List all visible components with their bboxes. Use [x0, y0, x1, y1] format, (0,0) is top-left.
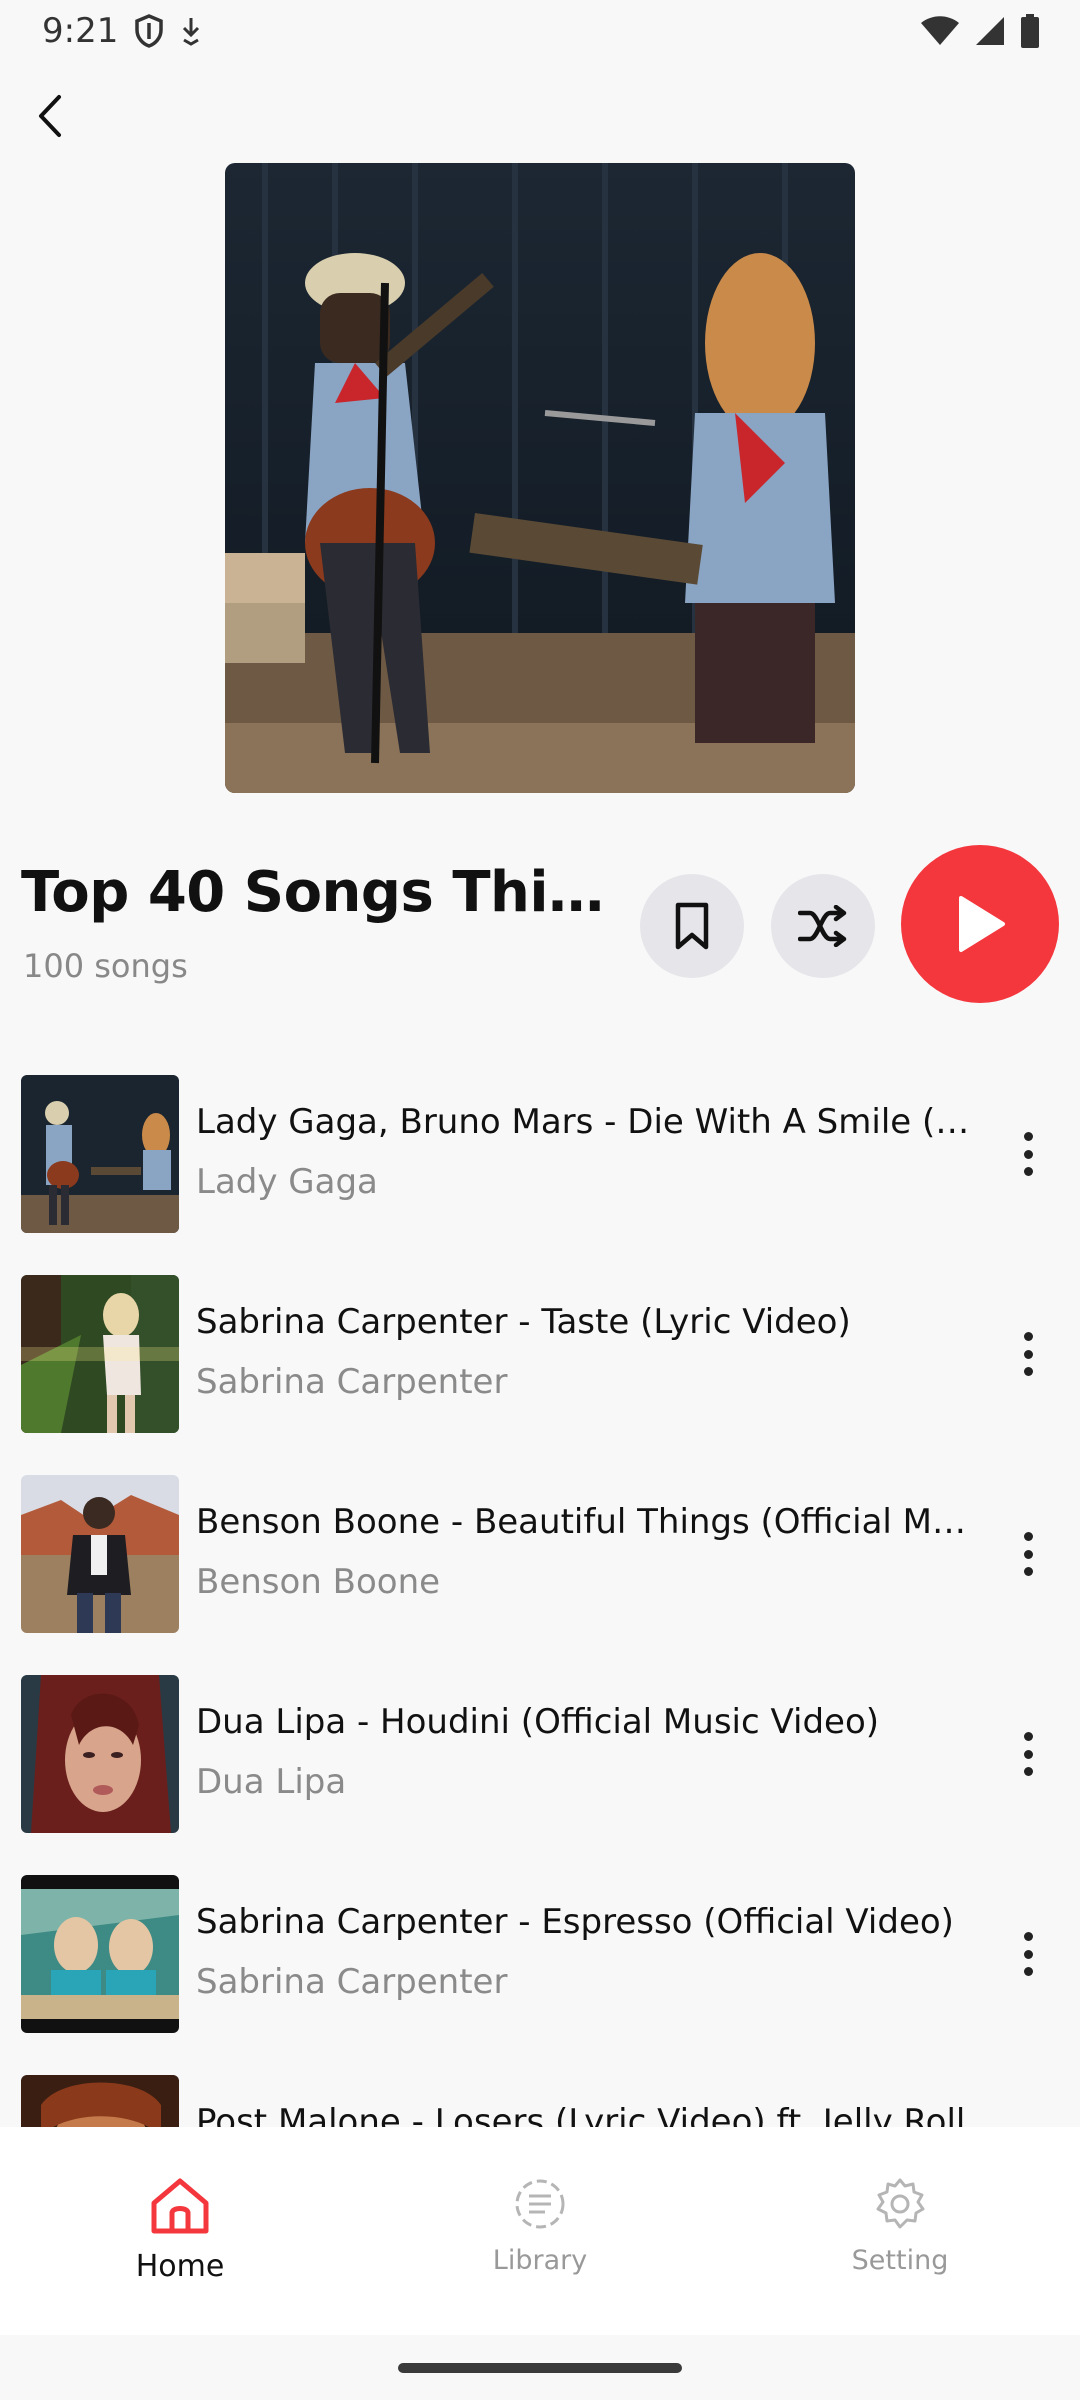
status-right — [920, 14, 1040, 48]
more-vert-icon — [1023, 1932, 1033, 1941]
song-row[interactable]: Post Malone - Losers (Lyric Video) ft. J… — [0, 2060, 1080, 2127]
more-vert-icon — [1023, 1332, 1033, 1341]
save-playlist-button[interactable] — [640, 874, 744, 978]
nav-setting[interactable]: Setting — [780, 2177, 1020, 2276]
status-bar: 9:21 — [0, 0, 1080, 62]
battery-icon — [1021, 14, 1039, 48]
song-title: Dua Lipa - Houdini (Official Music Video… — [196, 1702, 880, 1742]
song-thumbnail — [21, 1875, 179, 2033]
playlist-title: Top 40 Songs This W... — [21, 860, 621, 925]
nav-home[interactable]: Home — [60, 2177, 300, 2284]
back-button[interactable] — [22, 80, 78, 152]
gesture-handle — [398, 2363, 682, 2373]
song-row[interactable]: Benson Boone - Beautiful Things (Officia… — [0, 1460, 1080, 1660]
more-options-button[interactable] — [1016, 1926, 1040, 1982]
song-thumbnail — [21, 1675, 179, 1833]
bottom-nav: Home Library Setting — [0, 2127, 1080, 2335]
song-artist: Sabrina Carpenter — [196, 1962, 508, 2002]
play-button[interactable] — [901, 845, 1059, 1003]
song-list: Lady Gaga, Bruno Mars - Die With A Smile… — [0, 1060, 1080, 2127]
more-options-button[interactable] — [1016, 1126, 1040, 1182]
more-options-button[interactable] — [1016, 1326, 1040, 1382]
song-row[interactable]: Dua Lipa - Houdini (Official Music Video… — [0, 1660, 1080, 1860]
song-title: Sabrina Carpenter - Taste (Lyric Video) — [196, 1302, 851, 1342]
library-icon — [515, 2179, 565, 2229]
play-icon — [959, 896, 1005, 952]
song-thumbnail — [21, 1075, 179, 1233]
signal-icon — [976, 17, 1004, 45]
status-left: 9:21 — [42, 11, 202, 51]
song-row[interactable]: Sabrina Carpenter - Espresso (Official V… — [0, 1860, 1080, 2060]
song-thumbnail — [21, 2075, 179, 2127]
nav-library-label: Library — [492, 2245, 588, 2276]
bookmark-icon — [675, 902, 709, 950]
song-row[interactable]: Sabrina Carpenter - Taste (Lyric Video) … — [0, 1260, 1080, 1460]
song-title: Benson Boone - Beautiful Things (Officia… — [196, 1502, 971, 1542]
song-artist: Dua Lipa — [196, 1762, 347, 1802]
more-vert-icon — [1023, 1532, 1033, 1541]
more-vert-icon — [1023, 1132, 1033, 1141]
song-artist: Benson Boone — [196, 1562, 441, 1602]
home-icon — [151, 2178, 209, 2234]
chevron-left-icon — [39, 95, 61, 137]
nav-library[interactable]: Library — [420, 2177, 660, 2276]
shuffle-icon — [798, 905, 847, 947]
song-artist: Lady Gaga — [196, 1162, 378, 1202]
song-title: Post Malone - Losers (Lyric Video) ft. J… — [196, 2102, 966, 2127]
nav-setting-label: Setting — [851, 2245, 949, 2276]
status-time: 9:21 — [42, 11, 119, 51]
playlist-song-count: 100 songs — [23, 947, 188, 985]
gear-icon — [876, 2178, 925, 2229]
more-options-button[interactable] — [1016, 1526, 1040, 1582]
shield-icon — [135, 14, 164, 48]
nav-home-label: Home — [135, 2249, 225, 2284]
song-thumbnail — [21, 1475, 179, 1633]
more-vert-icon — [1023, 1732, 1033, 1741]
song-title: Lady Gaga, Bruno Mars - Die With A Smile… — [196, 1102, 971, 1142]
shuffle-button[interactable] — [771, 874, 875, 978]
more-options-button[interactable] — [1016, 1726, 1040, 1782]
playlist-cover-image — [225, 163, 855, 793]
song-title: Sabrina Carpenter - Espresso (Official V… — [196, 1902, 954, 1942]
song-row[interactable]: Lady Gaga, Bruno Mars - Die With A Smile… — [0, 1060, 1080, 1260]
download-icon — [183, 18, 200, 46]
song-artist: Sabrina Carpenter — [196, 1362, 508, 1402]
wifi-icon — [921, 16, 959, 45]
song-thumbnail — [21, 1275, 179, 1433]
